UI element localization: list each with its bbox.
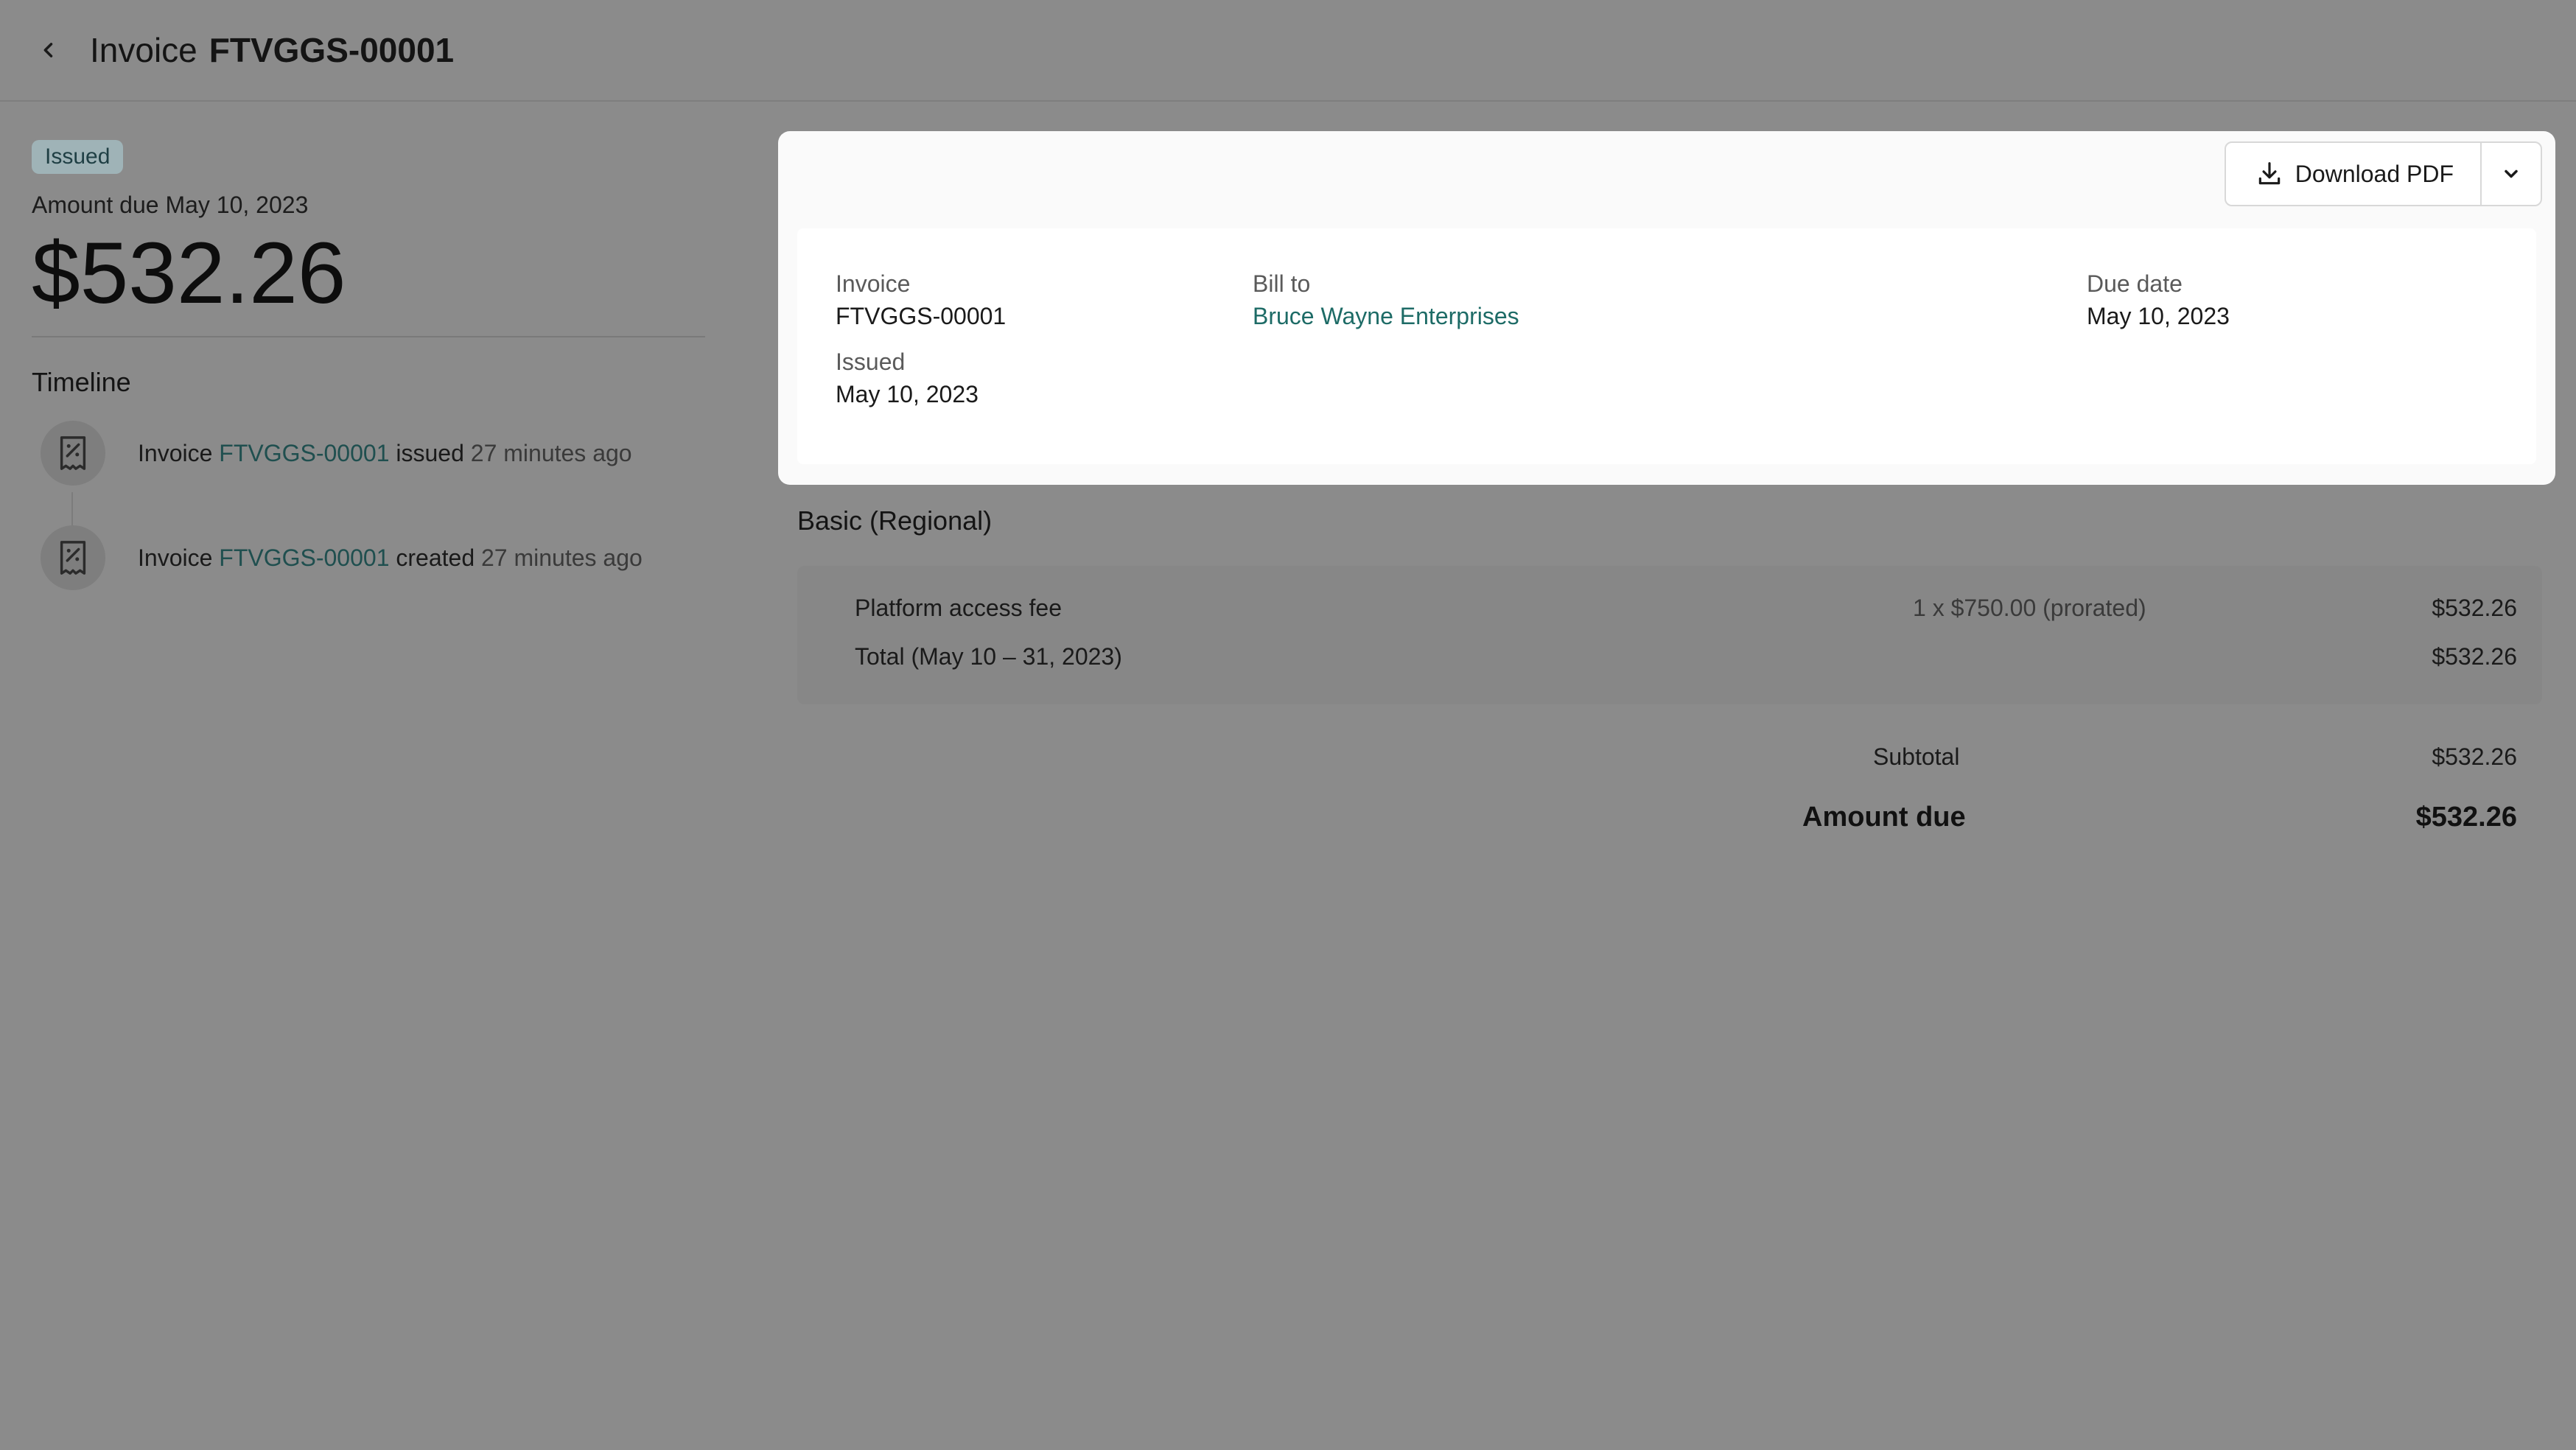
bill-to-label: Bill to [1253,270,1311,297]
back-button[interactable] [32,34,65,66]
timeline-event-text: Invoice FTVGGS-00001 created 27 minutes … [138,540,643,575]
invoice-number-label: Invoice [836,270,911,297]
timeline-event-time: 27 minutes ago [470,440,632,466]
due-date-value: May 10, 2023 [2087,303,2230,329]
download-pdf-label: Download PDF [2295,160,2454,187]
receipt-icon [41,421,105,486]
page-title-prefix: Invoice [90,31,197,69]
period-total-label: Total (May 10 – 31, 2023) [855,643,1122,670]
download-options-button[interactable] [2482,143,2541,205]
timeline-event: Invoice FTVGGS-00001 issued 27 minutes a… [41,420,632,486]
timeline-event-prefix: Invoice [138,440,213,466]
page-title: Invoice FTVGGS-00001 [90,27,454,74]
chevron-down-icon [2505,169,2518,178]
timeline-event-prefix: Invoice [138,544,213,571]
timeline-event-time: 27 minutes ago [481,544,643,571]
issued-date-value: May 10, 2023 [836,381,979,407]
download-button-group: Download PDF [2224,141,2542,206]
amount-due-total-label: Amount due [1802,802,1966,833]
status-badge: Issued [32,140,124,174]
invoice-number-value: FTVGGS-00001 [836,303,1007,329]
timeline-event-action: created [396,544,475,571]
subtotal-label: Subtotal [1873,743,1960,770]
timeline-invoice-link[interactable]: FTVGGS-00001 [219,440,389,466]
download-icon [2258,162,2281,185]
amount-due-label: Amount due May 10, 2023 [32,192,309,218]
line-item-amount: $532.26 [2432,595,2517,621]
issued-date-label: Issued [836,349,906,375]
timeline-event: Invoice FTVGGS-00001 created 27 minutes … [41,525,643,591]
subtotal-value: $532.26 [2432,743,2517,770]
line-item-quantity: 1 x $750.00 (prorated) [1913,595,2146,621]
amount-due-value: $532.26 [32,225,346,322]
timeline-invoice-link[interactable]: FTVGGS-00001 [219,544,389,571]
page-title-invoice-id: FTVGGS-00001 [209,31,455,69]
line-item-name: Platform access fee [855,595,1062,621]
line-items: Platform access fee 1 x $750.00 (prorate… [797,566,2542,704]
receipt-icon [41,525,105,590]
page-header: Invoice FTVGGS-00001 [0,0,2576,102]
amount-due-total-value: $532.26 [2415,802,2517,833]
period-total-amount: $532.26 [2432,643,2517,670]
timeline-event-text: Invoice FTVGGS-00001 issued 27 minutes a… [138,435,632,471]
due-date-label: Due date [2087,270,2183,297]
bill-to-customer-link[interactable]: Bruce Wayne Enterprises [1253,299,1519,333]
plan-title: Basic (Regional) [797,505,993,536]
chevron-left-icon [43,43,53,57]
summary-divider [32,336,705,337]
timeline-event-action: issued [396,440,464,466]
download-pdf-button[interactable]: Download PDF [2226,143,2482,205]
invoice-card: Download PDF Invoice FTVGGS-00001 Issued… [778,131,2555,485]
timeline-title: Timeline [32,367,131,397]
invoice-details: Invoice FTVGGS-00001 Issued May 10, 2023… [797,228,2536,464]
